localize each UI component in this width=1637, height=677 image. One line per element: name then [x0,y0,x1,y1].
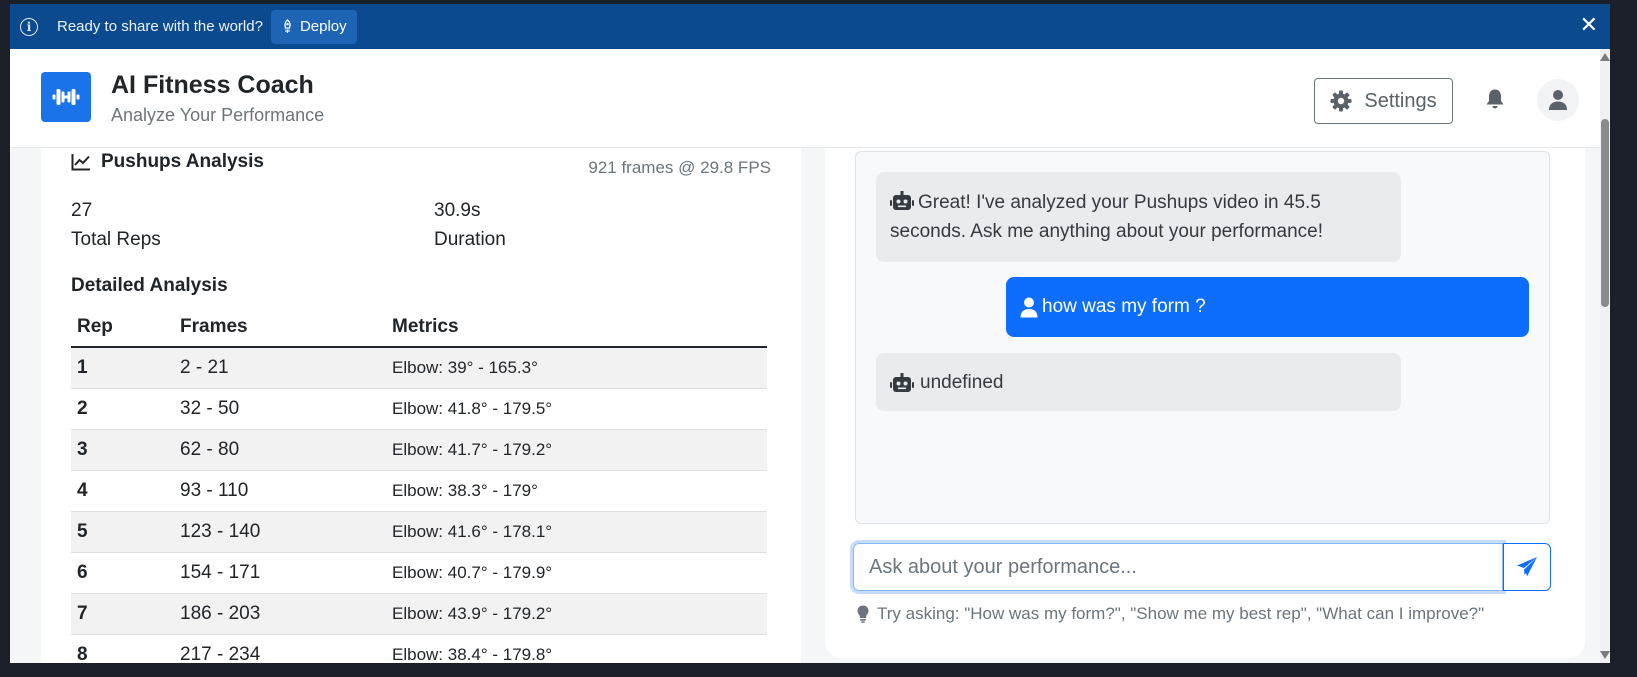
rep-metrics: Elbow: 40.7° - 179.9° [386,552,767,594]
table-row: 8 217 - 234 Elbow: 38.4° - 179.8° [71,634,767,663]
rep-number: 8 [71,634,174,663]
table-row: 5 123 - 140 Elbow: 41.6° - 178.1° [71,511,767,553]
total-reps-label: Total Reps [71,229,161,250]
user-message-text: how was my form ? [1042,296,1206,317]
analysis-title-text: Pushups Analysis [101,151,264,172]
chart-line-icon [71,154,90,171]
table-row: 1 2 - 21 Elbow: 39° - 165.3° [71,347,767,389]
scroll-down-arrow-icon[interactable] [1600,651,1610,659]
banner-text: Ready to share with the world? [57,18,263,35]
robot-icon [890,372,914,392]
rep-metrics: Elbow: 38.4° - 179.8° [386,634,767,663]
duration-label: Duration [434,229,506,250]
app-logo [41,72,91,122]
gear-icon [1330,90,1352,112]
rep-number: 2 [71,388,174,430]
rep-frames: 93 - 110 [174,470,386,512]
rep-frames: 217 - 234 [174,634,386,663]
bot-message: undefined [876,353,1401,411]
chat-hint: Try asking: "How was my form?", "Show me… [857,604,1484,624]
info-icon: i [20,17,38,36]
rep-metrics: Elbow: 38.3° - 179° [386,470,767,512]
analysis-title: Pushups Analysis [71,151,264,173]
bot-message-text: undefined [920,371,1004,393]
table-row: 2 32 - 50 Elbow: 41.8° - 179.5° [71,388,767,430]
user-icon [1020,297,1038,317]
rep-number: 1 [71,347,174,389]
chat-input[interactable] [850,540,1506,594]
rep-frames: 62 - 80 [174,429,386,471]
bell-icon [1486,89,1504,109]
rep-frames: 32 - 50 [174,388,386,430]
rep-number: 6 [71,552,174,594]
deploy-label: Deploy [299,18,347,35]
app-subtitle: Analyze Your Performance [111,105,325,125]
table-row: 4 93 - 110 Elbow: 38.3° - 179° [71,470,767,512]
app-header: AI Fitness Coach Analyze Your Performanc… [10,49,1610,148]
col-header-metrics: Metrics [386,308,767,348]
rocket-icon [284,19,291,33]
settings-button[interactable]: Settings [1314,78,1453,124]
table-row: 6 154 - 171 Elbow: 40.7° - 179.9° [71,552,767,594]
robot-icon [890,191,914,210]
detailed-analysis-heading: Detailed Analysis [71,275,228,296]
table-header-row: Rep Frames Metrics [71,308,767,348]
dumbbell-icon [52,89,80,105]
user-icon [1549,90,1567,110]
settings-label: Settings [1364,89,1437,112]
rep-metrics: Elbow: 41.6° - 178.1° [386,511,767,553]
notifications-button[interactable] [1485,88,1505,115]
analysis-card: Pushups Analysis 921 frames @ 29.8 FPS 2… [41,148,801,663]
rep-frames: 154 - 171 [174,552,386,594]
reps-table: Rep Frames Metrics 1 2 - 21 Elbow: 39° -… [71,308,767,663]
table-row: 3 62 - 80 Elbow: 41.7° - 179.2° [71,429,767,471]
bot-message: Great! I've analyzed your Pushups video … [876,172,1401,262]
deploy-banner: i Ready to share with the world? Deploy … [10,4,1610,49]
app-window: i Ready to share with the world? Deploy … [10,4,1610,663]
lightbulb-icon [857,605,869,623]
rep-frames: 2 - 21 [174,347,386,389]
chat-messages: Great! I've analyzed your Pushups video … [855,151,1550,524]
rep-number: 5 [71,511,174,553]
rep-metrics: Elbow: 41.8° - 179.5° [386,388,767,430]
scroll-thumb[interactable] [1601,119,1609,307]
rep-number: 3 [71,429,174,471]
total-reps-value: 27 [71,200,93,221]
chat-hint-text: Try asking: "How was my form?", "Show me… [877,604,1485,623]
col-header-frames: Frames [174,308,386,348]
deploy-button[interactable]: Deploy [270,9,357,44]
scroll-up-arrow-icon[interactable] [1600,53,1610,61]
duration-value: 30.9s [434,200,481,221]
rep-number: 7 [71,593,174,635]
rep-metrics: Elbow: 41.7° - 179.2° [386,429,767,471]
bot-message-text: Great! I've analyzed your Pushups video … [890,192,1324,242]
user-message: how was my form ? [1006,277,1529,337]
rep-frames: 123 - 140 [174,511,386,553]
main-content: Pushups Analysis 921 frames @ 29.8 FPS 2… [10,148,1600,663]
rep-metrics: Elbow: 43.9° - 179.2° [386,593,767,635]
rep-frames: 186 - 203 [174,593,386,635]
send-button[interactable] [1503,543,1551,591]
paper-plane-icon [1517,557,1537,577]
page-scrollbar[interactable] [1600,49,1610,663]
chat-card: Great! I've analyzed your Pushups video … [825,148,1585,658]
user-avatar-button[interactable] [1537,79,1579,121]
close-banner-button[interactable]: ✕ [1580,14,1598,36]
frames-info: 921 frames @ 29.8 FPS [588,158,771,177]
table-row: 7 186 - 203 Elbow: 43.9° - 179.2° [71,593,767,635]
rep-metrics: Elbow: 39° - 165.3° [386,347,767,389]
app-title: AI Fitness Coach [111,71,314,99]
chat-input-group [850,540,1551,594]
col-header-rep: Rep [71,308,174,348]
rep-number: 4 [71,470,174,512]
